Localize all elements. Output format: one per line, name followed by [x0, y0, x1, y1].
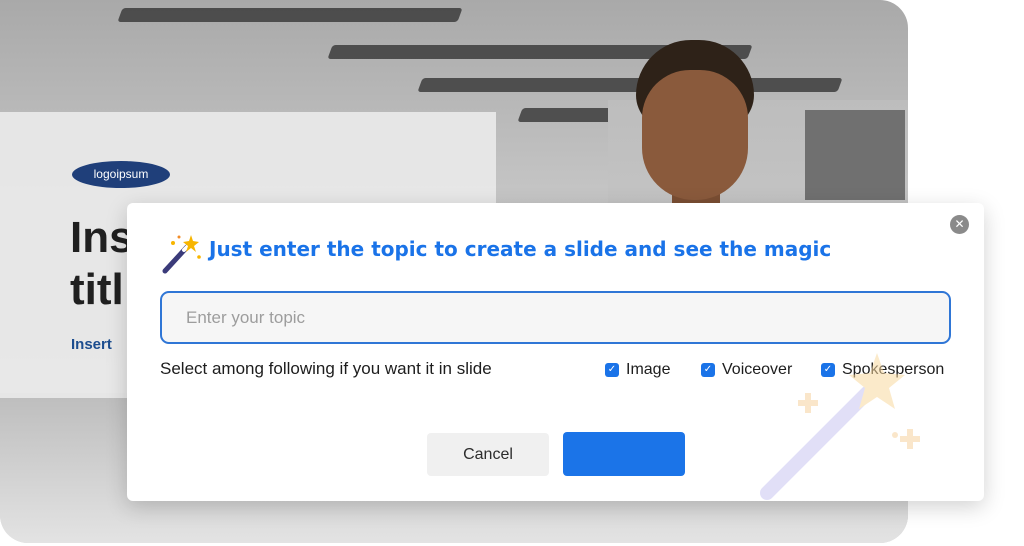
option-voiceover[interactable]: ✓ Voiceover — [701, 361, 792, 379]
topic-input[interactable] — [160, 291, 951, 344]
ceiling-beam — [117, 8, 463, 22]
create-button[interactable] — [563, 432, 685, 476]
select-options-label: Select among following if you want it in… — [160, 359, 492, 378]
option-label: Voiceover — [722, 361, 793, 378]
logo: logoipsum — [72, 161, 170, 188]
cancel-button[interactable]: Cancel — [427, 433, 549, 476]
slide-subtitle: Insert — [71, 336, 112, 353]
option-label: Spokesperson — [842, 361, 945, 378]
option-image[interactable]: ✓ Image — [605, 361, 670, 379]
checkbox-checked-icon[interactable]: ✓ — [701, 363, 715, 377]
create-slide-dialog: ✕ Just enter the topic to create a slide… — [127, 203, 984, 501]
slide-title: Ins titl — [70, 213, 134, 314]
magic-wand-icon — [162, 235, 201, 274]
option-label: Image — [626, 361, 671, 378]
dialog-title: Just enter the topic to create a slide a… — [209, 237, 832, 261]
close-icon[interactable]: ✕ — [950, 215, 969, 234]
window — [805, 110, 905, 200]
checkbox-checked-icon[interactable]: ✓ — [605, 363, 619, 377]
option-spokesperson[interactable]: ✓ Spokesperson — [821, 361, 944, 379]
checkbox-checked-icon[interactable]: ✓ — [821, 363, 835, 377]
